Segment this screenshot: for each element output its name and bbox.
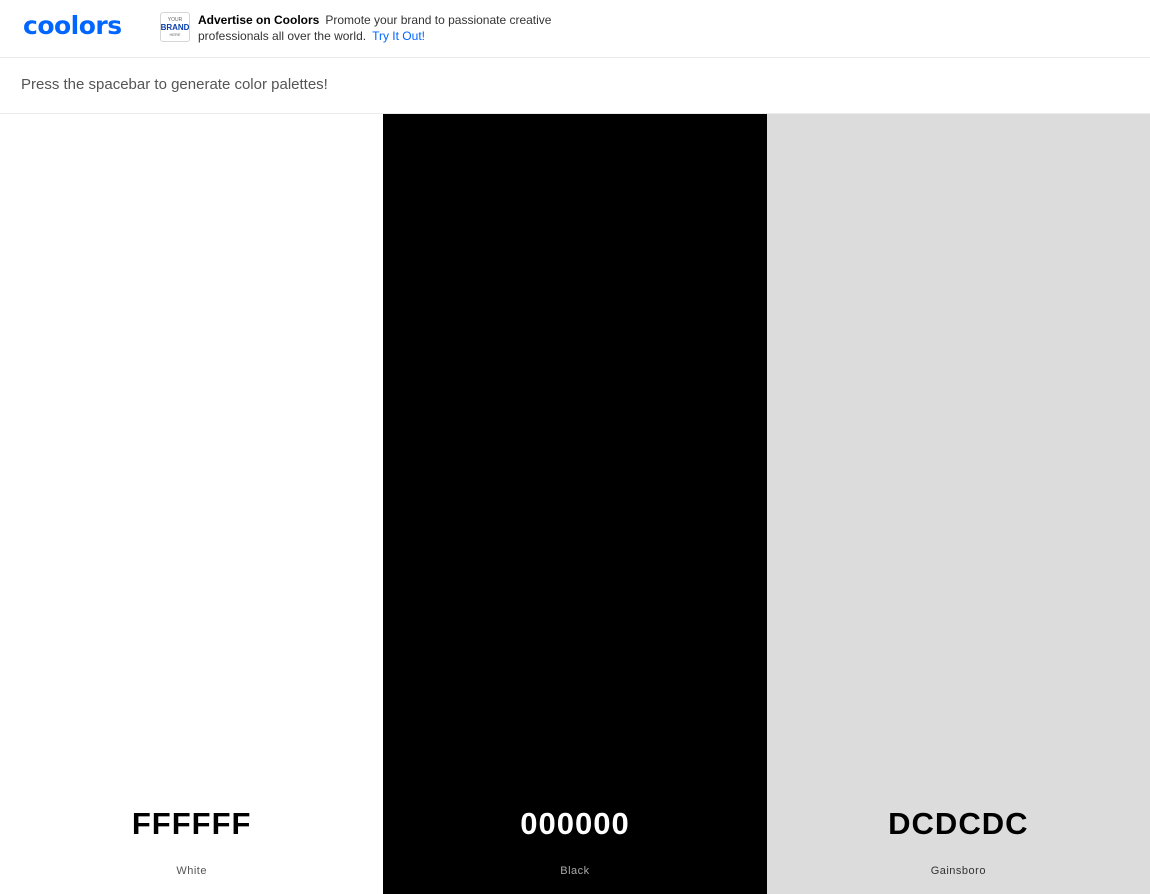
color-name: White	[176, 865, 207, 877]
hex-code[interactable]: 000000	[383, 806, 766, 842]
color-swatch-black[interactable]: 000000 Black	[383, 114, 767, 894]
coolors-logo[interactable]: coolors	[23, 11, 122, 40]
spacebar-hint: Press the spacebar to generate color pal…	[21, 76, 328, 93]
palette: FFFFFF White 000000 Black DCDCDC Gainsbo…	[0, 114, 1150, 894]
color-swatch-white[interactable]: FFFFFF White	[0, 114, 384, 894]
ad-text: Advertise on Coolors Promote your brand t…	[198, 12, 558, 44]
ad-badge-line3: HERE	[169, 31, 181, 37]
ad-brand-badge-icon[interactable]: YOUR BRAND HERE	[160, 12, 190, 42]
color-name: Black	[560, 865, 590, 877]
color-name: Gainsboro	[930, 865, 986, 877]
ad-title[interactable]: Advertise on Coolors	[198, 13, 319, 27]
color-swatch-gainsboro[interactable]: DCDCDC Gainsboro	[766, 114, 1150, 894]
ad-badge-line2: BRAND	[160, 22, 190, 32]
top-bar: coolors YOUR BRAND HERE Advertise on Coo…	[0, 0, 1150, 58]
hex-code[interactable]: FFFFFF	[0, 806, 383, 842]
hint-bar: Press the spacebar to generate color pal…	[0, 58, 1150, 114]
ad-badge-line1: YOUR	[167, 16, 183, 23]
hex-code[interactable]: DCDCDC	[767, 806, 1150, 842]
try-it-out-link[interactable]: Try It Out!	[372, 29, 425, 43]
